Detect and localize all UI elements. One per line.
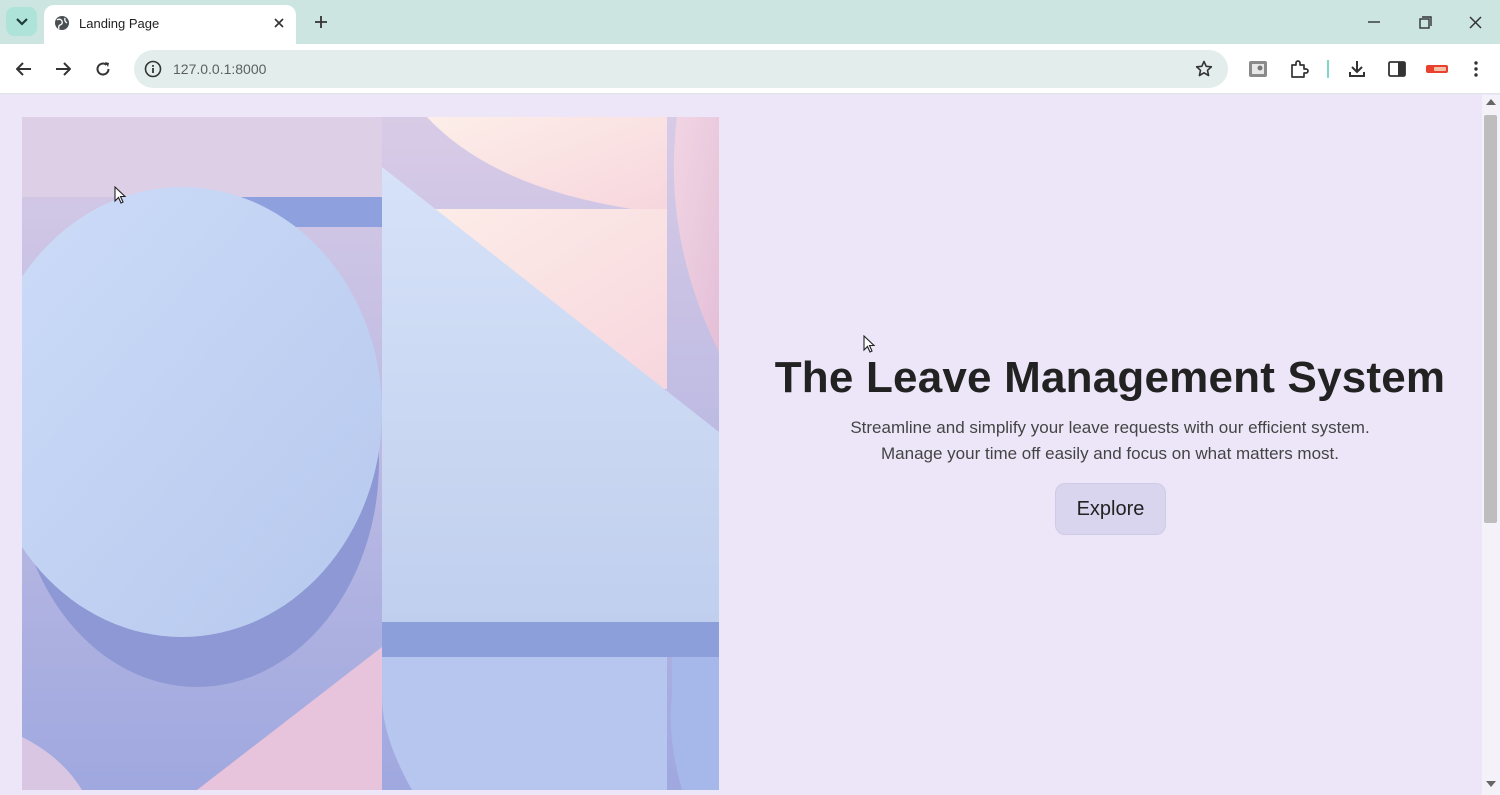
- image-icon: [1249, 61, 1267, 77]
- minimize-button[interactable]: [1357, 8, 1391, 36]
- description-line-1: Streamline and simplify your leave reque…: [850, 418, 1370, 437]
- downloads-button[interactable]: [1344, 56, 1370, 82]
- scroll-down-arrow-icon[interactable]: [1486, 781, 1496, 787]
- close-icon: [274, 18, 284, 28]
- new-tab-button[interactable]: [309, 10, 333, 34]
- download-icon: [1349, 61, 1365, 77]
- mouse-cursor-icon: [114, 186, 127, 204]
- arrow-left-icon: [16, 62, 31, 76]
- side-panel-button[interactable]: [1384, 56, 1410, 82]
- side-panel-icon: [1388, 61, 1406, 77]
- puzzle-icon: [1291, 60, 1309, 78]
- restore-icon: [1418, 15, 1432, 29]
- forward-button[interactable]: [50, 56, 76, 82]
- browser-toolbar: 127.0.0.1:8000: [0, 44, 1500, 94]
- arrow-right-icon: [56, 62, 71, 76]
- profile-button[interactable]: [1424, 56, 1450, 82]
- plus-icon: [315, 16, 327, 28]
- page-scrollbar[interactable]: [1482, 95, 1500, 795]
- browser-menu-button[interactable]: [1463, 56, 1489, 82]
- tab-close-button[interactable]: [270, 14, 288, 32]
- chevron-down-icon: [15, 17, 28, 26]
- page-description: Streamline and simplify your leave reque…: [780, 415, 1440, 467]
- globe-icon: [55, 16, 69, 30]
- extensions-button[interactable]: [1286, 56, 1312, 82]
- kebab-menu-icon: [1474, 61, 1478, 77]
- tab-search-button[interactable]: [6, 7, 37, 36]
- profile-icon: [1426, 65, 1448, 73]
- close-icon: [1468, 15, 1482, 29]
- close-window-button[interactable]: [1458, 8, 1492, 36]
- star-icon: [1195, 60, 1213, 77]
- back-button[interactable]: [11, 56, 37, 82]
- address-bar[interactable]: 127.0.0.1:8000: [134, 50, 1228, 88]
- reload-button[interactable]: [90, 56, 116, 82]
- tab-strip: Landing Page: [0, 0, 1500, 44]
- hero-image: [22, 117, 719, 790]
- page-title: The Leave Management System: [774, 353, 1446, 402]
- explore-button[interactable]: Explore: [1055, 483, 1166, 535]
- url-text[interactable]: 127.0.0.1:8000: [173, 61, 266, 77]
- bookmark-button[interactable]: [1191, 56, 1217, 82]
- info-icon: [144, 60, 162, 78]
- restore-button[interactable]: [1408, 8, 1442, 36]
- scroll-thumb[interactable]: [1484, 115, 1497, 523]
- tab-landing-page[interactable]: Landing Page: [44, 5, 296, 44]
- site-info-button[interactable]: [140, 56, 166, 82]
- minimize-icon: [1368, 21, 1380, 23]
- page-viewport: The Leave Management System Streamline a…: [0, 95, 1482, 795]
- reload-icon: [96, 62, 110, 76]
- tab-title: Landing Page: [79, 16, 160, 31]
- description-line-2: Manage your time off easily and focus on…: [881, 444, 1339, 463]
- toolbar-divider: [1327, 60, 1329, 78]
- mouse-cursor-icon: [863, 335, 876, 353]
- profile-extension-button[interactable]: [1245, 56, 1271, 82]
- scroll-up-arrow-icon[interactable]: [1486, 99, 1496, 105]
